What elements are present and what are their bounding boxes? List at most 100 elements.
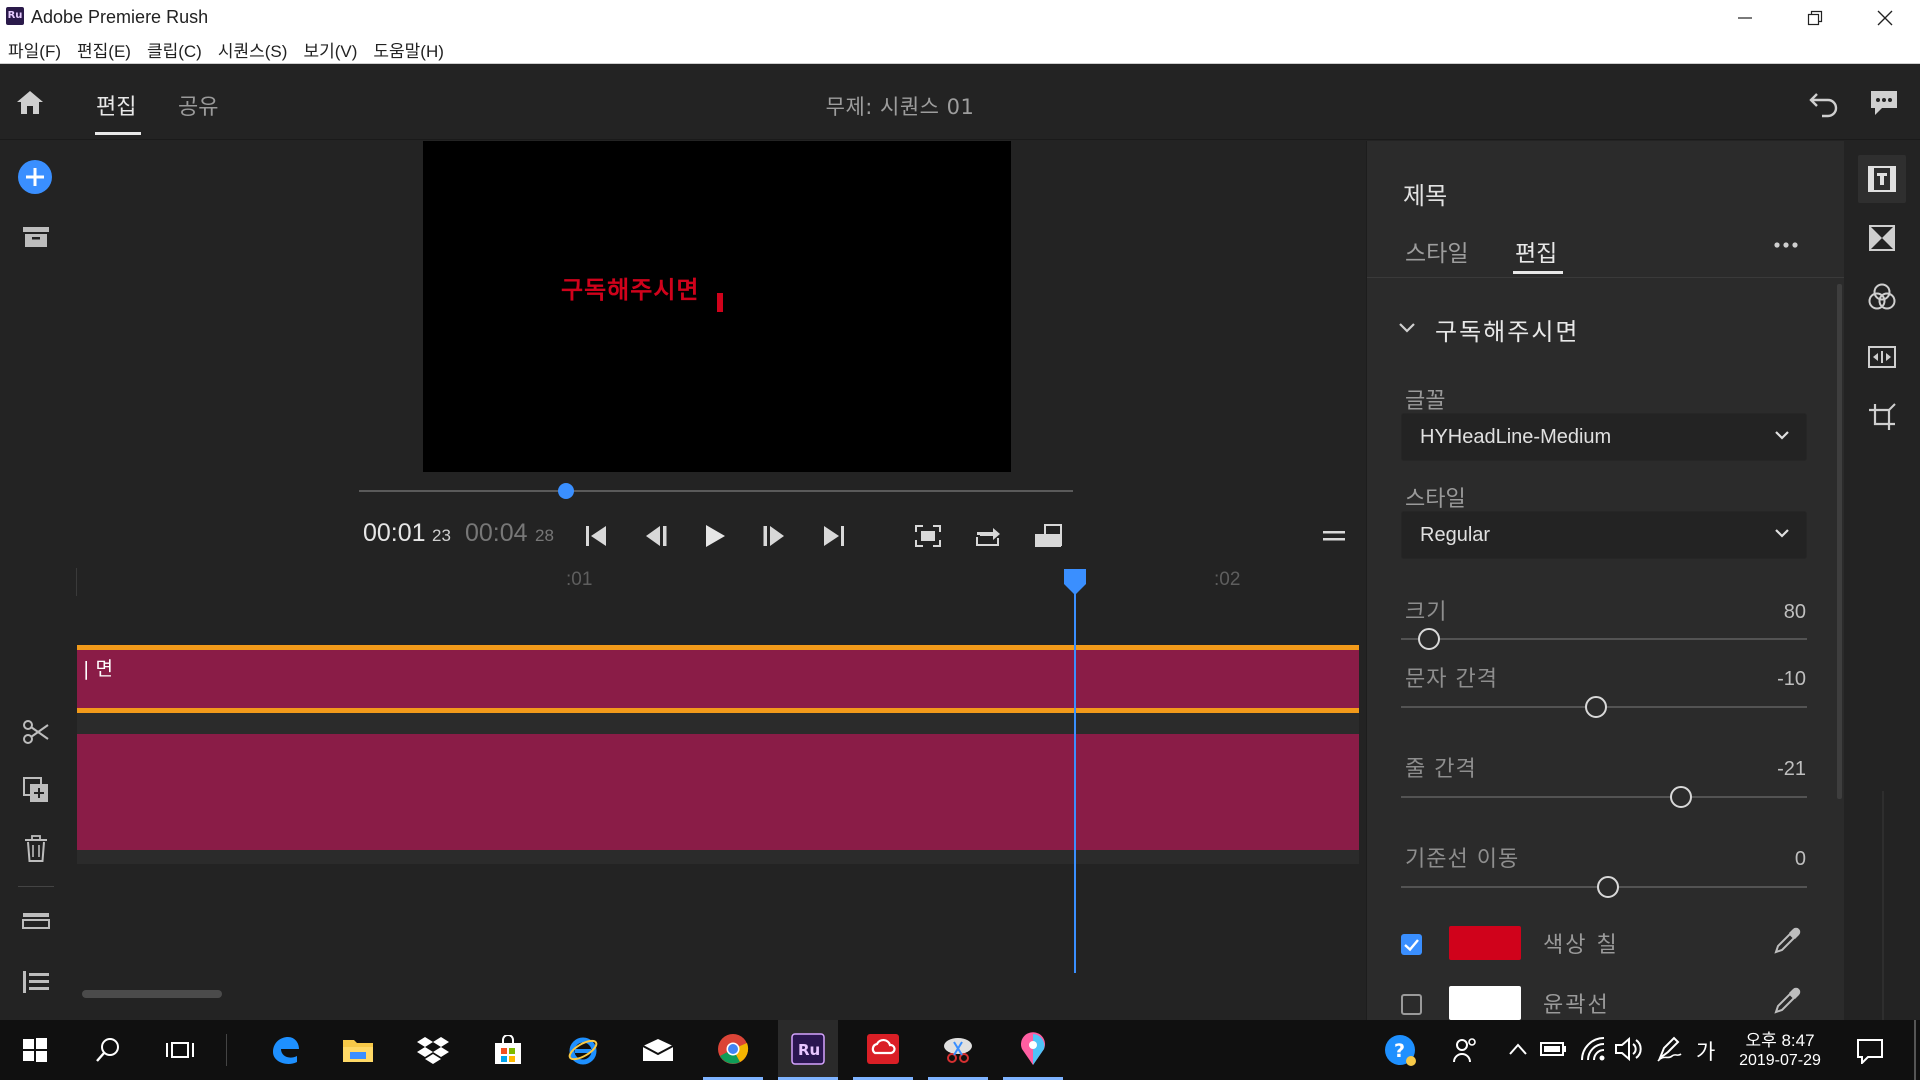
color-button[interactable] xyxy=(1862,277,1902,317)
speed-icon xyxy=(1868,346,1896,368)
pen-tray-icon[interactable] xyxy=(1656,1036,1682,1062)
feedback-button[interactable] xyxy=(1868,88,1900,118)
video-preview[interactable]: 구독해주시면 xyxy=(423,141,1011,472)
line-spacing-slider-handle[interactable] xyxy=(1670,786,1693,808)
font-select[interactable]: HYHeadLine-Medium xyxy=(1401,413,1807,461)
project-assets-button[interactable] xyxy=(22,226,50,248)
go-to-start-button[interactable] xyxy=(580,520,612,552)
show-hidden-icons-button[interactable] xyxy=(1508,1042,1528,1056)
search-button[interactable] xyxy=(78,1020,138,1080)
show-desktop-button[interactable] xyxy=(1914,1020,1916,1080)
panel-tab-edit[interactable]: 편집 xyxy=(1515,234,1557,268)
input-method-indicator[interactable]: 가 xyxy=(1696,1036,1715,1066)
video-clip[interactable] xyxy=(77,734,1359,850)
clock-time[interactable]: 오후 8:47 xyxy=(1720,1026,1840,1051)
fill-eyedropper-button[interactable] xyxy=(1773,927,1801,955)
step-back-button[interactable] xyxy=(640,520,672,552)
timeline-options-button[interactable] xyxy=(1318,520,1350,552)
dropbox-app[interactable] xyxy=(403,1020,463,1080)
panel-tab-style[interactable]: 스타일 xyxy=(1405,234,1468,268)
title-clip[interactable]: | 면 xyxy=(77,645,1359,713)
stroke-color-swatch[interactable] xyxy=(1449,986,1521,1020)
baseline-shift-value[interactable]: 0 xyxy=(1795,848,1806,871)
internet-explorer-app[interactable] xyxy=(553,1020,613,1080)
fill-checkbox[interactable] xyxy=(1401,934,1422,955)
project-title[interactable]: 무제: 시퀀스 01 xyxy=(0,91,1800,121)
size-value[interactable]: 80 xyxy=(1784,601,1806,624)
battery-tray-icon[interactable] xyxy=(1540,1040,1568,1058)
step-forward-button[interactable] xyxy=(758,520,790,552)
title-overlay-text[interactable]: 구독해주시면 xyxy=(561,270,699,305)
letter-spacing-value[interactable]: -10 xyxy=(1777,668,1806,691)
menu-view[interactable]: 보기(V) xyxy=(303,37,357,62)
empty-track[interactable] xyxy=(77,850,1359,864)
menu-help[interactable]: 도움말(H) xyxy=(373,37,444,62)
duplicate-button[interactable] xyxy=(22,776,50,804)
track-controls-button[interactable] xyxy=(22,910,50,932)
timeline-scrollbar[interactable] xyxy=(82,990,222,998)
fit-to-screen-button[interactable] xyxy=(912,520,944,552)
action-center-button[interactable] xyxy=(1856,1038,1884,1064)
mail-app[interactable] xyxy=(628,1020,688,1080)
baseline-shift-slider-handle[interactable] xyxy=(1597,876,1620,898)
crop-button[interactable] xyxy=(1862,397,1902,437)
menu-clip[interactable]: 클립(C) xyxy=(147,37,202,62)
edge-app[interactable] xyxy=(255,1020,315,1080)
line-spacing-value[interactable]: -21 xyxy=(1777,758,1806,781)
right-toolbar xyxy=(1844,141,1920,1080)
map-pin-icon xyxy=(1021,1031,1045,1065)
volume-tray-icon[interactable] xyxy=(1614,1036,1642,1062)
play-button[interactable] xyxy=(699,520,731,552)
size-slider-track[interactable] xyxy=(1401,638,1807,640)
letter-spacing-slider-handle[interactable] xyxy=(1584,696,1607,718)
menu-edit[interactable]: 편집(E) xyxy=(77,37,131,62)
app-logo: Ru xyxy=(6,7,24,25)
task-view-button[interactable] xyxy=(150,1020,210,1080)
stroke-eyedropper-button[interactable] xyxy=(1773,987,1801,1015)
premiere-rush-app[interactable]: Ru xyxy=(778,1020,838,1080)
size-slider-handle[interactable] xyxy=(1418,628,1441,650)
split-button[interactable] xyxy=(22,718,50,746)
chrome-app[interactable] xyxy=(703,1020,763,1080)
speed-button[interactable] xyxy=(1862,337,1902,377)
maps-app[interactable] xyxy=(1003,1020,1063,1080)
start-button[interactable] xyxy=(5,1020,65,1080)
minimize-button[interactable] xyxy=(1710,0,1780,36)
aspect-ratio-button[interactable] xyxy=(1032,520,1064,552)
timeline-ruler[interactable] xyxy=(76,560,1360,600)
transitions-button[interactable] xyxy=(1862,218,1902,258)
graphics-panel-button[interactable] xyxy=(1862,159,1902,199)
snip-tool-app[interactable] xyxy=(928,1020,988,1080)
undo-button[interactable] xyxy=(1808,88,1842,118)
close-button[interactable] xyxy=(1850,0,1920,36)
loop-button[interactable] xyxy=(972,520,1004,552)
title-text-section[interactable]: 구독해주시면 xyxy=(1435,312,1579,347)
network-tray-icon[interactable] xyxy=(1580,1036,1606,1062)
playhead-handle[interactable] xyxy=(1063,568,1087,596)
restore-button[interactable] xyxy=(1780,0,1850,36)
title-bar: Ru Adobe Premiere Rush xyxy=(0,0,1920,36)
section-collapse-button[interactable] xyxy=(1398,322,1416,334)
stroke-checkbox[interactable] xyxy=(1401,994,1422,1015)
panel-title: 제목 xyxy=(1403,182,1448,210)
panel-scrollbar[interactable] xyxy=(1837,284,1842,799)
go-to-end-button[interactable] xyxy=(818,520,850,552)
clock-date[interactable]: 2019-07-29 xyxy=(1720,1052,1840,1070)
font-select-value: HYHeadLine-Medium xyxy=(1420,426,1612,448)
scrubber-handle[interactable] xyxy=(558,483,575,499)
help-tray-icon[interactable]: ? xyxy=(1384,1034,1418,1068)
menu-file[interactable]: 파일(F) xyxy=(8,37,61,62)
menu-sequence[interactable]: 시퀀스(S) xyxy=(218,37,288,62)
panel-more-button[interactable] xyxy=(1773,241,1799,249)
fill-color-swatch[interactable] xyxy=(1449,926,1521,960)
people-tray-icon[interactable] xyxy=(1452,1036,1480,1064)
file-explorer-app[interactable] xyxy=(328,1020,388,1080)
store-app[interactable] xyxy=(478,1020,538,1080)
line-spacing-slider-track[interactable] xyxy=(1401,796,1807,798)
add-media-button[interactable] xyxy=(17,159,53,195)
creative-cloud-app[interactable] xyxy=(853,1020,913,1080)
scrubber-track[interactable] xyxy=(359,490,1073,492)
style-select[interactable]: Regular xyxy=(1401,511,1807,559)
delete-button[interactable] xyxy=(23,835,49,863)
timeline-list-button[interactable] xyxy=(22,970,50,994)
